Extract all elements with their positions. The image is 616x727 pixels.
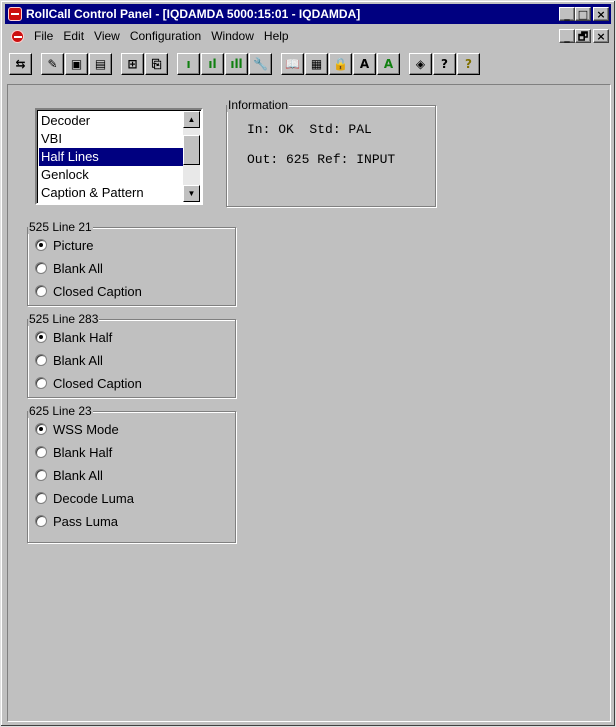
menu-file[interactable]: File: [29, 29, 58, 43]
option-label: Pass Luma: [53, 513, 119, 529]
menu-help[interactable]: Help: [259, 29, 294, 43]
radio-checked[interactable]: [35, 331, 47, 343]
bars-medium-icon[interactable]: ıl: [201, 53, 224, 75]
notepad-icon[interactable]: ▦: [305, 53, 328, 75]
radio[interactable]: [35, 492, 47, 504]
wrench-icon[interactable]: 🔧: [249, 53, 272, 75]
information-group: Information In: OK Std: PAL Out: 625 Ref…: [226, 98, 436, 207]
menu-bar: File Edit View Configuration Window Help…: [5, 26, 611, 46]
mdi-restore-button[interactable]: 🗗: [575, 29, 591, 43]
listbox-items: Decoder VBI Half Lines Genlock Caption &…: [39, 112, 183, 202]
radio[interactable]: [35, 446, 47, 458]
network-icon[interactable]: ⊞: [121, 53, 144, 75]
scroll-up-icon[interactable]: ▲: [183, 111, 200, 128]
device-icon[interactable]: ⎘: [145, 53, 168, 75]
document-menu-icon[interactable]: [11, 29, 24, 43]
line21-group: 525 Line 21 Picture Blank All Closed Cap…: [27, 220, 236, 306]
list-item[interactable]: Genlock: [39, 166, 183, 184]
option-label: Blank All: [53, 467, 103, 483]
scroll-thumb[interactable]: [183, 135, 200, 165]
save-as-icon[interactable]: ▤: [89, 53, 112, 75]
option-label: Blank Half: [53, 444, 113, 460]
information-title: Information: [227, 98, 290, 112]
radio[interactable]: [35, 354, 47, 366]
font-icon[interactable]: A: [353, 53, 376, 75]
line23-group: 625 Line 23 WSS Mode Blank Half Blank Al…: [27, 404, 236, 543]
main-window: RollCall Control Panel - [IQDAMDA 5000:1…: [0, 0, 616, 727]
line23-option-wss-mode[interactable]: WSS Mode: [35, 420, 119, 438]
line21-option-closed-caption[interactable]: Closed Caption: [35, 282, 142, 300]
line21-option-picture[interactable]: Picture: [35, 236, 93, 254]
line283-option-blank-half[interactable]: Blank Half: [35, 328, 112, 346]
list-item[interactable]: VBI: [39, 130, 183, 148]
radio[interactable]: [35, 285, 47, 297]
edit-icon[interactable]: ✎: [41, 53, 64, 75]
line23-option-decode-luma[interactable]: Decode Luma: [35, 489, 134, 507]
rollcall-app-icon[interactable]: [8, 7, 22, 21]
radio[interactable]: [35, 262, 47, 274]
radio[interactable]: [35, 469, 47, 481]
eraser-icon[interactable]: ◈: [409, 53, 432, 75]
maximize-button[interactable]: □: [575, 7, 591, 21]
page-listbox[interactable]: Decoder VBI Half Lines Genlock Caption &…: [35, 108, 203, 205]
line283-group: 525 Line 283 Blank Half Blank All Closed…: [27, 312, 236, 398]
line283-option-blank-all[interactable]: Blank All: [35, 351, 103, 369]
help-icon[interactable]: ?: [457, 53, 480, 75]
mdi-minimize-button[interactable]: _: [559, 29, 575, 43]
toolbar: ⇆ ✎ ▣ ▤ ⊞ ⎘ ı ıl ıll 🔧 📖 ▦ 🔒 A A ◈ ? ?: [5, 50, 611, 78]
close-button[interactable]: ×: [593, 7, 609, 21]
book-icon[interactable]: 📖: [281, 53, 304, 75]
radio[interactable]: [35, 515, 47, 527]
scroll-down-icon[interactable]: ▼: [183, 185, 200, 202]
listbox-scrollbar[interactable]: ▲ ▼: [183, 111, 200, 202]
menu-configuration[interactable]: Configuration: [125, 29, 206, 43]
line23-title: 625 Line 23: [28, 404, 93, 418]
bars-large-icon[interactable]: ıll: [225, 53, 248, 75]
minimize-button[interactable]: _: [559, 7, 575, 21]
menu-window[interactable]: Window: [206, 29, 259, 43]
connect-icon[interactable]: ⇆: [9, 53, 32, 75]
list-item-selected[interactable]: Half Lines: [39, 148, 183, 166]
info-input-status: In: OK Std: PAL: [247, 122, 372, 137]
radio-checked[interactable]: [35, 423, 47, 435]
radio-checked[interactable]: [35, 239, 47, 251]
option-label: Closed Caption: [53, 283, 142, 299]
line283-option-closed-caption[interactable]: Closed Caption: [35, 374, 142, 392]
font-green-icon[interactable]: A: [377, 53, 400, 75]
option-label: Decode Luma: [53, 490, 134, 506]
help-index-icon[interactable]: ?: [433, 53, 456, 75]
save-icon[interactable]: ▣: [65, 53, 88, 75]
option-label: Blank All: [53, 352, 103, 368]
line23-option-blank-half[interactable]: Blank Half: [35, 443, 112, 461]
client-area: Decoder VBI Half Lines Genlock Caption &…: [7, 84, 611, 722]
line23-option-pass-luma[interactable]: Pass Luma: [35, 512, 118, 530]
list-item[interactable]: Decoder: [39, 112, 183, 130]
radio[interactable]: [35, 377, 47, 389]
line21-option-blank-all[interactable]: Blank All: [35, 259, 103, 277]
window-title: RollCall Control Panel - [IQDAMDA 5000:1…: [26, 7, 361, 21]
option-label: WSS Mode: [53, 421, 119, 437]
list-item[interactable]: Caption & Pattern: [39, 184, 183, 202]
bars-small-icon[interactable]: ı: [177, 53, 200, 75]
lock-icon[interactable]: 🔒: [329, 53, 352, 75]
title-bar[interactable]: RollCall Control Panel - [IQDAMDA 5000:1…: [5, 4, 611, 24]
menu-edit[interactable]: Edit: [58, 29, 89, 43]
mdi-close-button[interactable]: ×: [593, 29, 609, 43]
menu-view[interactable]: View: [89, 29, 125, 43]
line283-title: 525 Line 283: [28, 312, 100, 326]
line21-title: 525 Line 21: [28, 220, 93, 234]
option-label: Picture: [53, 237, 94, 253]
option-label: Closed Caption: [53, 375, 142, 391]
option-label: Blank Half: [53, 329, 113, 345]
info-output-status: Out: 625 Ref: INPUT: [247, 152, 396, 167]
line23-option-blank-all[interactable]: Blank All: [35, 466, 103, 484]
option-label: Blank All: [53, 260, 103, 276]
